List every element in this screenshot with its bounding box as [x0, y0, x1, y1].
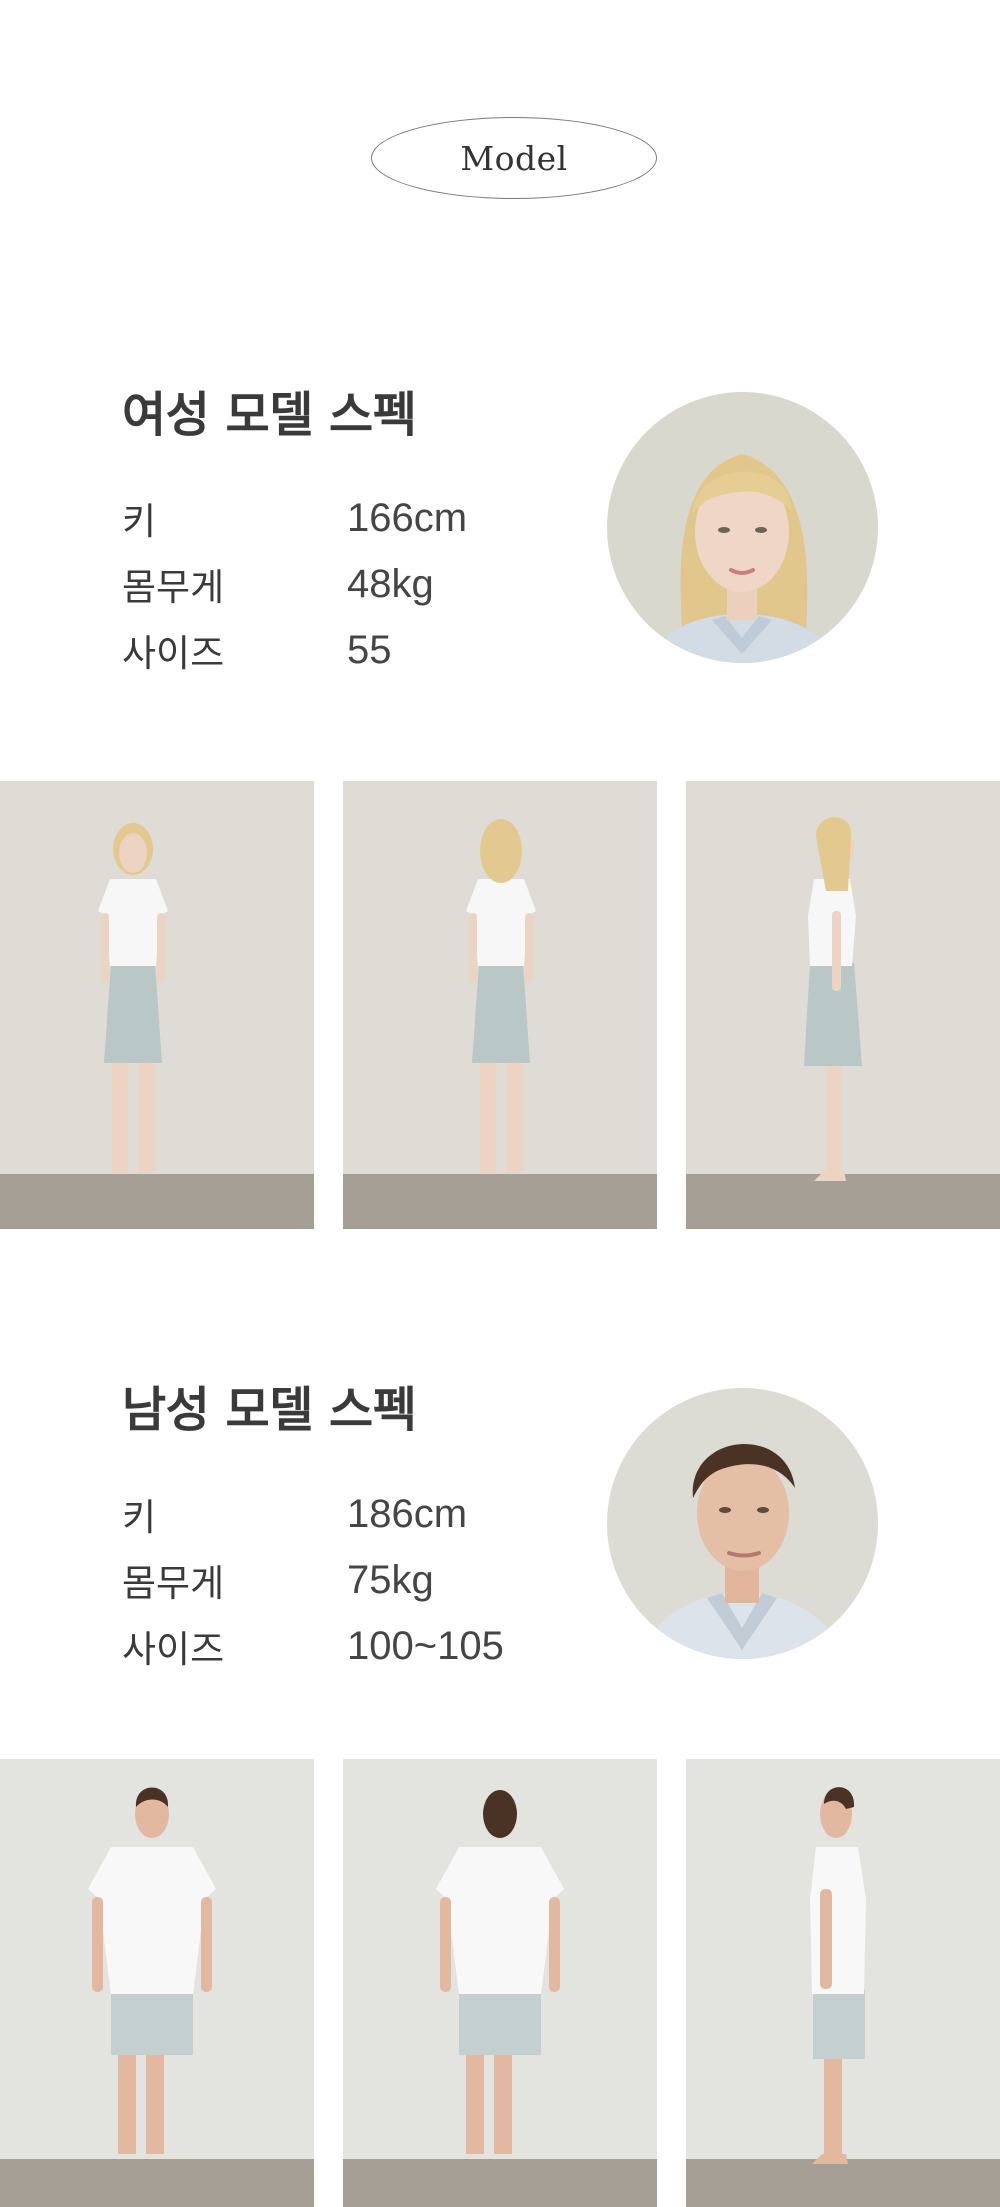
male-spec-weight: 몸무게 75kg — [122, 1552, 522, 1608]
female-photo-side — [686, 781, 1000, 1229]
spec-value: 55 — [347, 627, 392, 672]
female-spec-height: 키 166cm — [122, 490, 522, 546]
spec-value: 166cm — [347, 495, 468, 540]
spec-value: 100~105 — [347, 1623, 504, 1668]
female-photo-back — [343, 781, 657, 1229]
spec-label: 사이즈 — [122, 1628, 225, 1671]
male-spec-size: 사이즈 100~105 — [122, 1618, 522, 1674]
female-model-portrait — [607, 392, 878, 663]
female-section-title: 여성 모델 스펙 — [122, 387, 417, 443]
model-badge: Model — [371, 117, 657, 199]
spec-label: 사이즈 — [122, 632, 225, 675]
spec-label: 몸무게 — [122, 566, 225, 609]
spec-label: 몸무게 — [122, 1562, 225, 1605]
female-spec-size: 사이즈 55 — [122, 622, 522, 678]
female-photo-front — [0, 781, 314, 1229]
model-badge-label: Model — [460, 138, 568, 178]
male-photo-side — [686, 1759, 1000, 2207]
male-spec-height: 키 186cm — [122, 1486, 522, 1542]
male-photo-back — [343, 1759, 657, 2207]
female-spec-weight: 몸무게 48kg — [122, 556, 522, 612]
male-photo-front — [0, 1759, 314, 2207]
spec-value: 75kg — [347, 1557, 434, 1602]
spec-label: 키 — [122, 1496, 157, 1539]
spec-label: 키 — [122, 500, 157, 543]
spec-value: 186cm — [347, 1491, 468, 1536]
spec-value: 48kg — [347, 561, 434, 606]
male-model-portrait — [607, 1388, 878, 1659]
male-section-title: 남성 모델 스펙 — [122, 1382, 417, 1438]
